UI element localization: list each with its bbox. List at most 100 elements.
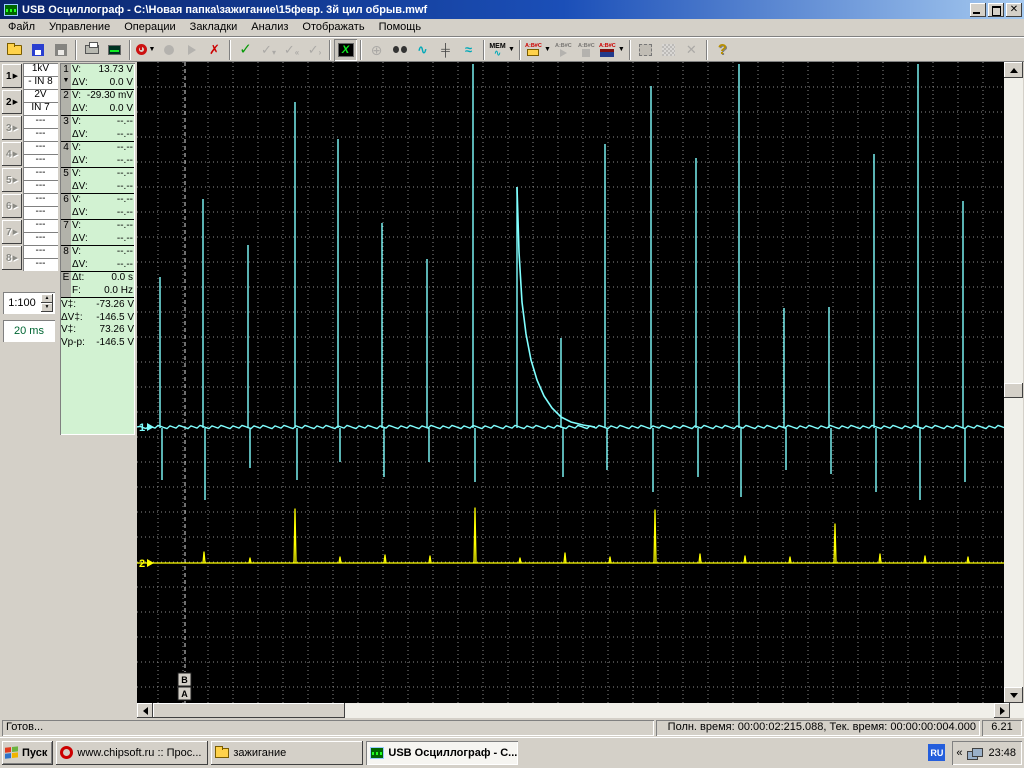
channel-5-input[interactable]: --- <box>23 180 58 193</box>
fill-pattern-button[interactable] <box>657 39 680 61</box>
zoom-globe-button[interactable]: ⊕ <box>365 39 388 61</box>
channel-2-range[interactable]: 2V <box>23 89 58 102</box>
abc-play-button[interactable]: A:B#C <box>552 39 575 61</box>
start-acquisition-button[interactable]: ▼ <box>134 39 157 61</box>
memory-button[interactable]: MEM∿▼ <box>488 39 516 61</box>
accept-all-button[interactable]: ✓ <box>280 39 303 61</box>
channel-7-button[interactable]: 7▶ <box>2 220 22 244</box>
abc-panel-button[interactable]: A:B#C▼ <box>598 39 626 61</box>
toolbar-separator <box>329 40 331 60</box>
channel-3-range[interactable]: --- <box>23 115 58 128</box>
save-file-button[interactable] <box>26 39 49 61</box>
menu-item-7[interactable]: Помощь <box>372 20 429 35</box>
vertical-scroll-thumb[interactable] <box>1004 383 1023 398</box>
ch1-marker[interactable]: 1 <box>139 422 145 434</box>
stop-acquisition-button[interactable] <box>157 39 180 61</box>
close-button[interactable] <box>1006 3 1022 17</box>
task-label: зажигание <box>233 747 286 759</box>
ratio-down-button[interactable]: ▼ <box>41 303 53 312</box>
clear-button[interactable]: ✗ <box>203 39 226 61</box>
channel-3-button[interactable]: 3▶ <box>2 116 22 140</box>
channel-3-input[interactable]: --- <box>23 128 58 141</box>
channel-4-button[interactable]: 4▶ <box>2 142 22 166</box>
channel-2-input[interactable]: IN 7 <box>23 102 58 115</box>
channel-8-range[interactable]: --- <box>23 245 58 258</box>
tray-chevron[interactable]: « <box>956 747 962 759</box>
save-fragment-button[interactable] <box>49 39 72 61</box>
memory-dropdown[interactable]: ▼ <box>508 46 515 53</box>
accept-next-button[interactable]: ✓ <box>303 39 326 61</box>
scroll-left-button[interactable] <box>137 703 153 718</box>
taskbar-task-2[interactable]: зажигание <box>211 741 363 765</box>
open-file-button[interactable] <box>3 39 26 61</box>
channel-1-input[interactable]: - IN 8 <box>23 76 58 89</box>
channel-6-range[interactable]: --- <box>23 193 58 206</box>
menu-item-2[interactable]: Управление <box>42 20 117 35</box>
delete-region-button[interactable]: ✕ <box>680 39 703 61</box>
channel-6-input[interactable]: --- <box>23 206 58 219</box>
opera-icon <box>60 746 73 759</box>
channel-8-input[interactable]: --- <box>23 258 58 271</box>
start-acquisition-dropdown[interactable]: ▼ <box>149 46 156 53</box>
restore-button[interactable] <box>988 3 1004 17</box>
zoom-globe-icon: ⊕ <box>368 42 385 58</box>
channel-5-button[interactable]: 5▶ <box>2 168 22 192</box>
time-per-div[interactable]: 20 ms <box>3 320 55 342</box>
select-region-button[interactable] <box>634 39 657 61</box>
measurement-channel-number: 8 <box>61 246 71 271</box>
channel-5-range[interactable]: --- <box>23 167 58 180</box>
accept-prev-button[interactable]: ✓ <box>257 39 280 61</box>
channel-4-range[interactable]: --- <box>23 141 58 154</box>
channel-4-input[interactable]: --- <box>23 154 58 167</box>
network-icon[interactable] <box>967 747 983 759</box>
language-indicator[interactable]: RU <box>928 744 945 761</box>
abc-stop-button[interactable]: A:B#C <box>575 39 598 61</box>
channel-7-input[interactable]: --- <box>23 232 58 245</box>
taskbar-task-3[interactable]: USB Осциллограф - C... <box>366 741 518 765</box>
trace-ch2 <box>137 508 1004 563</box>
scroll-right-button[interactable] <box>994 703 1010 718</box>
horizontal-scroll-thumb[interactable] <box>153 703 345 718</box>
ratio-up-button[interactable]: ▲ <box>41 294 53 303</box>
print-button[interactable] <box>80 39 103 61</box>
abc-panel-icon: A:B#C <box>599 42 616 58</box>
single-capture-button[interactable] <box>180 39 203 61</box>
vertical-scrollbar[interactable] <box>1004 62 1023 703</box>
wave-measure-button[interactable]: ∿ <box>411 39 434 61</box>
minimize-button[interactable] <box>970 3 986 17</box>
menu-item-4[interactable]: Закладки <box>183 20 245 35</box>
channel-6-button[interactable]: 6▶ <box>2 194 22 218</box>
abc-open-dropdown[interactable]: ▼ <box>544 46 551 53</box>
measurement-channel-number: 4 <box>61 142 71 167</box>
scroll-up-button[interactable] <box>1004 62 1023 78</box>
wave-dashed-icon: ≈ <box>460 42 477 58</box>
accept-next-icon: ✓ <box>306 42 323 58</box>
oscilloscope-display[interactable]: 12BA <box>137 62 1004 703</box>
level-cursors-button[interactable]: ╪ <box>434 39 457 61</box>
scroll-down-button[interactable] <box>1004 687 1023 703</box>
abc-panel-dropdown[interactable]: ▼ <box>618 46 625 53</box>
search-button[interactable] <box>388 39 411 61</box>
start-button[interactable]: Пуск <box>2 741 53 765</box>
menu-item-3[interactable]: Операции <box>117 20 182 35</box>
channel-4-delta-voltage: --.-- <box>117 155 133 168</box>
channel-8-button[interactable]: 8▶ <box>2 246 22 270</box>
accept-button[interactable]: ✓ <box>234 39 257 61</box>
channel-2-button[interactable]: 2▶ <box>2 90 22 114</box>
menu-item-5[interactable]: Анализ <box>244 20 295 35</box>
channel-1-button[interactable]: 1▶ <box>2 64 22 88</box>
channel-1-range[interactable]: 1kV <box>23 63 58 76</box>
menu-item-6[interactable]: Отображать <box>295 20 371 35</box>
horizontal-scrollbar[interactable] <box>137 703 1024 718</box>
probe-ratio-spinner[interactable]: 1:100 ▲ ▼ <box>3 292 55 314</box>
ch2-marker[interactable]: 2 <box>139 558 145 570</box>
abc-open-button[interactable]: A:B#C▼ <box>524 39 552 61</box>
display-mode-button[interactable]: X <box>334 39 357 61</box>
help-button[interactable]: ? <box>711 39 734 61</box>
channel-7-range[interactable]: --- <box>23 219 58 232</box>
wave-dashed-button[interactable]: ≈ <box>457 39 480 61</box>
event-dt: 0.0 s <box>111 272 133 285</box>
menu-item-1[interactable]: Файл <box>1 20 42 35</box>
taskbar-task-1[interactable]: www.chipsoft.ru :: Прос... <box>56 741 208 765</box>
print-preview-button[interactable] <box>103 39 126 61</box>
